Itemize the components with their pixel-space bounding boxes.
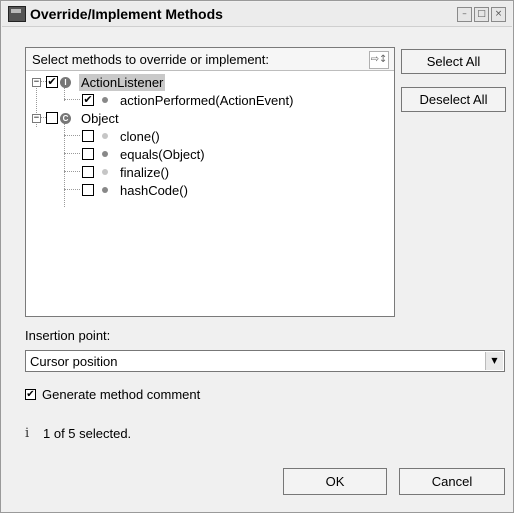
tree-header-label: Select methods to override or implement: bbox=[32, 52, 269, 67]
tree-node-label: actionPerformed(ActionEvent) bbox=[120, 92, 294, 108]
tree-node-method[interactable]: hashCode() bbox=[82, 181, 190, 199]
status-line: i 1 of 5 selected. bbox=[25, 426, 131, 441]
tree-node-method[interactable]: ✔ actionPerformed(ActionEvent) bbox=[82, 91, 295, 109]
title-bar[interactable]: Override/Implement Methods – □ × bbox=[2, 2, 512, 27]
method-checkbox[interactable] bbox=[82, 184, 94, 196]
method-checkbox[interactable] bbox=[82, 166, 94, 178]
tree-guide bbox=[64, 135, 80, 136]
collapse-icon[interactable]: − bbox=[32, 77, 41, 87]
tree-node-method[interactable]: clone() bbox=[82, 127, 162, 145]
tree-node-label: finalize() bbox=[120, 164, 170, 180]
sort-icon[interactable]: ⇨↕ bbox=[369, 51, 389, 69]
tree-node-method[interactable]: finalize() bbox=[82, 163, 171, 181]
override-implement-dialog: Override/Implement Methods – □ × Select … bbox=[0, 0, 514, 513]
protected-method-icon bbox=[102, 133, 108, 139]
info-icon: i bbox=[25, 426, 30, 441]
window-title: Override/Implement Methods bbox=[30, 6, 223, 22]
public-method-icon bbox=[102, 97, 108, 103]
cancel-button[interactable]: Cancel bbox=[399, 468, 505, 495]
tree-guide bbox=[64, 171, 80, 172]
tree-node-object[interactable]: − C Object bbox=[32, 109, 121, 127]
window-icon bbox=[8, 6, 26, 22]
tree-node-method[interactable]: equals(Object) bbox=[82, 145, 207, 163]
method-tree[interactable]: − ✔ I ActionListener ✔ actionPerformed(A… bbox=[26, 71, 394, 316]
tree-node-label: clone() bbox=[120, 128, 160, 144]
insertion-point-value: Cursor position bbox=[30, 354, 118, 369]
insertion-point-label: Insertion point: bbox=[25, 328, 111, 343]
tree-header: Select methods to override or implement:… bbox=[26, 48, 394, 71]
public-method-icon bbox=[102, 187, 108, 193]
close-icon[interactable]: × bbox=[491, 7, 506, 22]
deselect-all-button[interactable]: Deselect All bbox=[401, 87, 506, 112]
protected-method-icon bbox=[102, 169, 108, 175]
tree-node-label: hashCode() bbox=[120, 182, 188, 198]
select-all-button[interactable]: Select All bbox=[401, 49, 506, 74]
tree-guide bbox=[64, 99, 80, 100]
interface-icon: I bbox=[60, 76, 71, 88]
ok-button[interactable]: OK bbox=[283, 468, 387, 495]
method-checkbox[interactable] bbox=[82, 130, 94, 142]
tree-node-label: ActionListener bbox=[79, 73, 166, 91]
insertion-point-select[interactable]: Cursor position ▼ bbox=[25, 350, 505, 372]
method-tree-panel: Select methods to override or implement:… bbox=[25, 47, 395, 317]
generate-comment-checkbox[interactable]: ✔ bbox=[25, 389, 36, 400]
chevron-down-icon[interactable]: ▼ bbox=[485, 352, 503, 370]
class-icon: C bbox=[60, 112, 71, 124]
tree-node-label: Object bbox=[81, 110, 119, 126]
minimize-icon[interactable]: – bbox=[457, 7, 472, 22]
tree-guide bbox=[64, 189, 80, 190]
method-checkbox[interactable] bbox=[82, 148, 94, 160]
method-checkbox[interactable]: ✔ bbox=[82, 94, 94, 106]
actionlistener-checkbox[interactable]: ✔ bbox=[46, 76, 58, 88]
public-method-icon bbox=[102, 151, 108, 157]
maximize-icon[interactable]: □ bbox=[474, 7, 489, 22]
collapse-icon[interactable]: − bbox=[32, 113, 41, 123]
tree-guide bbox=[64, 153, 80, 154]
tree-node-actionlistener[interactable]: − ✔ I ActionListener bbox=[32, 73, 166, 91]
window-controls: – □ × bbox=[457, 7, 506, 22]
status-text: 1 of 5 selected. bbox=[43, 426, 132, 441]
object-checkbox[interactable] bbox=[46, 112, 58, 124]
generate-comment-label: Generate method comment bbox=[42, 387, 201, 402]
generate-comment-option[interactable]: ✔ Generate method comment bbox=[25, 387, 200, 402]
tree-node-label: equals(Object) bbox=[120, 146, 205, 162]
